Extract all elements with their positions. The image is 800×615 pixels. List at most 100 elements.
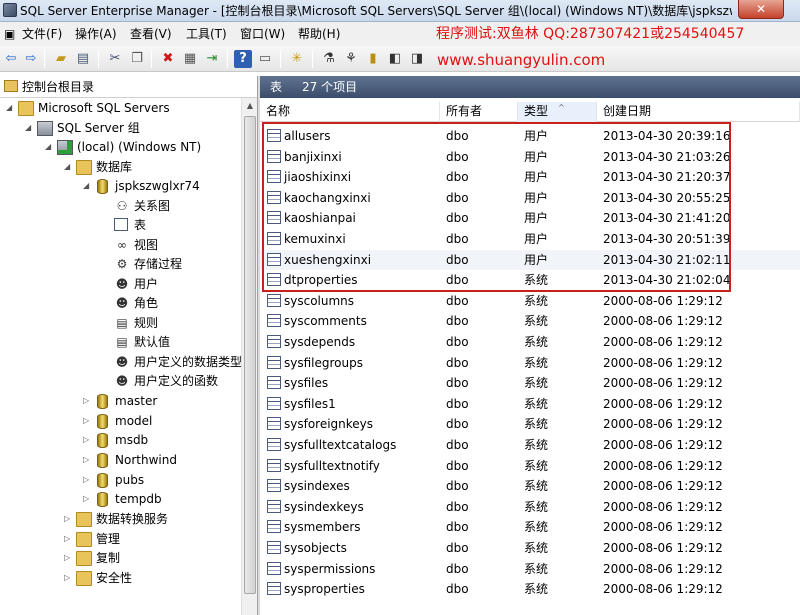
menu-action[interactable]: 操作(A) bbox=[75, 26, 117, 42]
table-icon bbox=[267, 232, 281, 245]
help-icon[interactable]: ? bbox=[234, 50, 252, 68]
collapse-icon[interactable]: ◢ bbox=[6, 100, 16, 116]
table-type: 系统 bbox=[524, 499, 549, 514]
tree-root[interactable]: 控制台根目录 bbox=[0, 76, 257, 98]
table-row[interactable]: sysmembers dbo 系统 2000-08-06 1:29:12 bbox=[260, 517, 800, 538]
table-created-date: 2013-04-30 21:03:26 bbox=[603, 149, 731, 164]
table-owner: dbo bbox=[446, 458, 469, 473]
table-row[interactable]: sysforeignkeys dbo 系统 2000-08-06 1:29:12 bbox=[260, 414, 800, 435]
table-created-date: 2000-08-06 1:29:12 bbox=[603, 541, 723, 555]
table-row[interactable]: sysindexes dbo 系统 2000-08-06 1:29:12 bbox=[260, 476, 800, 497]
table-row[interactable]: sysfulltextnotify dbo 系统 2000-08-06 1:29:12 bbox=[260, 456, 800, 477]
show-tree-icon[interactable]: ▤ bbox=[74, 50, 92, 68]
tree-node-label: SQL Server 组 bbox=[57, 121, 140, 135]
table-row[interactable]: kaochangxinxi dbo 用户 2013-04-30 20:55:25 bbox=[260, 188, 800, 209]
expand-icon[interactable]: ▷ bbox=[64, 531, 74, 547]
menu-view[interactable]: 查看(V) bbox=[130, 26, 172, 42]
expand-icon[interactable]: ▷ bbox=[64, 570, 74, 586]
table-row[interactable]: sysfiles dbo 系统 2000-08-06 1:29:12 bbox=[260, 373, 800, 394]
collapse-icon[interactable]: ◢ bbox=[45, 139, 55, 155]
forward-icon[interactable]: ⇨ bbox=[22, 50, 40, 68]
cut-icon[interactable]: ✂ bbox=[106, 50, 124, 68]
register-server-icon[interactable]: ▮ bbox=[364, 50, 382, 68]
tree-scrollbar[interactable]: ▲ bbox=[241, 98, 257, 615]
table-row[interactable]: allusers dbo 用户 2013-04-30 20:39:16 bbox=[260, 126, 800, 147]
table-type: 系统 bbox=[524, 417, 549, 432]
table-created-date: 2013-04-30 21:02:11 bbox=[603, 252, 731, 267]
expand-icon[interactable]: ▷ bbox=[83, 452, 93, 468]
back-icon[interactable]: ⇦ bbox=[2, 50, 20, 68]
table-row[interactable]: sysfulltextcatalogs dbo 系统 2000-08-06 1:29:… bbox=[260, 435, 800, 456]
database-icon bbox=[97, 433, 108, 448]
table-icon bbox=[267, 314, 281, 328]
export-icon[interactable]: ⇥ bbox=[203, 50, 221, 68]
table-row[interactable]: xueshengxinxi dbo 用户 2013-04-30 21:02:11 bbox=[260, 249, 800, 271]
tree-node-label: master bbox=[115, 394, 158, 408]
expand-icon[interactable]: ▷ bbox=[64, 550, 74, 566]
collapse-icon[interactable]: ◢ bbox=[83, 178, 93, 194]
wizard-icon[interactable]: ✳ bbox=[288, 50, 306, 68]
column-name[interactable]: 名称 bbox=[260, 102, 440, 122]
expand-icon[interactable]: ▷ bbox=[64, 511, 74, 527]
close-button[interactable]: ✕ bbox=[738, 0, 784, 19]
table-created-date: 2000-08-06 1:29:12 bbox=[603, 396, 723, 411]
expand-icon[interactable]: ▷ bbox=[83, 432, 93, 448]
database-icon[interactable]: ⚗ bbox=[320, 50, 338, 68]
column-type[interactable]: 类型 ^ bbox=[518, 102, 597, 122]
procedure-icon: ⚙ bbox=[116, 257, 128, 271]
tree-node-label: 表 bbox=[134, 218, 147, 232]
table-row[interactable]: syscolumns dbo 系统 2000-08-06 1:29:12 bbox=[260, 291, 800, 312]
up-folder-icon[interactable]: ▰ bbox=[52, 50, 70, 68]
table-row[interactable]: syscomments dbo 系统 2000-08-06 1:29:12 bbox=[260, 311, 800, 332]
menu-help[interactable]: 帮助(H) bbox=[298, 26, 340, 42]
tree-node-label: 复制 bbox=[96, 551, 121, 565]
server-running-icon bbox=[57, 140, 73, 155]
collapse-icon[interactable]: ◢ bbox=[64, 159, 74, 175]
new-icon[interactable]: ▭ bbox=[256, 50, 274, 68]
tool-icon[interactable]: ⚘ bbox=[342, 50, 360, 68]
table-name: sysmembers bbox=[284, 520, 361, 535]
table-created-date: 2000-08-06 1:29:12 bbox=[603, 314, 723, 329]
table-row[interactable]: dtproperties dbo 系统 2013-04-30 21:02:04 bbox=[260, 270, 800, 291]
table-created-date: 2000-08-06 1:29:12 bbox=[603, 438, 723, 452]
column-owner[interactable]: 所有者 bbox=[440, 102, 518, 122]
menu-icon[interactable]: ▣ bbox=[4, 26, 15, 42]
table-row[interactable]: sysindexkeys dbo 系统 2000-08-06 1:29:12 bbox=[260, 497, 800, 518]
table-row[interactable]: sysfilegroups dbo 系统 2000-08-06 1:29:12 bbox=[260, 353, 800, 374]
expand-icon[interactable]: ▷ bbox=[83, 413, 93, 429]
expand-icon[interactable]: ▷ bbox=[83, 393, 93, 409]
expand-icon[interactable]: ▷ bbox=[83, 472, 93, 488]
table-row[interactable]: banjixinxi dbo 用户 2013-04-30 21:03:26 bbox=[260, 147, 800, 168]
copy-icon[interactable]: ❐ bbox=[128, 50, 146, 68]
menu-tools[interactable]: 工具(T) bbox=[186, 26, 227, 42]
query-icon[interactable]: ◨ bbox=[408, 50, 426, 68]
tree-node-label: 数据转换服务 bbox=[96, 512, 169, 526]
menu-window[interactable]: 窗口(W) bbox=[240, 26, 285, 42]
table-row[interactable]: kemuxinxi dbo 用户 2013-04-30 20:51:39 bbox=[260, 229, 800, 250]
scroll-up-icon[interactable]: ▲ bbox=[242, 98, 257, 114]
menu-file[interactable]: 文件(F) bbox=[22, 26, 62, 42]
table-row[interactable]: syspermissions dbo 系统 2000-08-06 1:29:12 bbox=[260, 559, 800, 580]
sort-ascending-icon: ^ bbox=[558, 103, 565, 112]
table-row[interactable]: kaoshianpai dbo 用户 2013-04-30 21:41:20 bbox=[260, 208, 800, 229]
expand-icon[interactable]: ▷ bbox=[83, 491, 93, 507]
table-name: syscomments bbox=[284, 314, 367, 329]
column-type-label: 类型 bbox=[524, 104, 549, 118]
table-created-date: 2000-08-06 1:29:12 bbox=[603, 479, 723, 494]
table-icon bbox=[267, 458, 281, 472]
delete-icon[interactable]: ✖ bbox=[159, 50, 177, 68]
toolbar-separator bbox=[280, 50, 281, 68]
table-owner: dbo bbox=[446, 520, 469, 535]
collapse-icon[interactable]: ◢ bbox=[25, 120, 35, 136]
scroll-thumb[interactable] bbox=[244, 116, 256, 594]
table-row[interactable]: sysobjects dbo 系统 2000-08-06 1:29:12 bbox=[260, 538, 800, 559]
table-created-date: 2013-04-30 20:51:39 bbox=[603, 232, 731, 246]
properties-icon[interactable]: ▦ bbox=[181, 50, 199, 68]
table-created-date: 2000-08-06 1:29:12 bbox=[603, 582, 723, 597]
table-row[interactable]: sysproperties dbo 系统 2000-08-06 1:29:12 bbox=[260, 579, 800, 600]
table-row[interactable]: sysfiles1 dbo 系统 2000-08-06 1:29:12 bbox=[260, 394, 800, 415]
table-row[interactable]: sysdepends dbo 系统 2000-08-06 1:29:12 bbox=[260, 332, 800, 353]
table-row[interactable]: jiaoshixinxi dbo 用户 2013-04-30 21:20:37 bbox=[260, 167, 800, 188]
column-created[interactable]: 创建日期 bbox=[597, 102, 800, 122]
server-icon[interactable]: ◧ bbox=[386, 50, 404, 68]
